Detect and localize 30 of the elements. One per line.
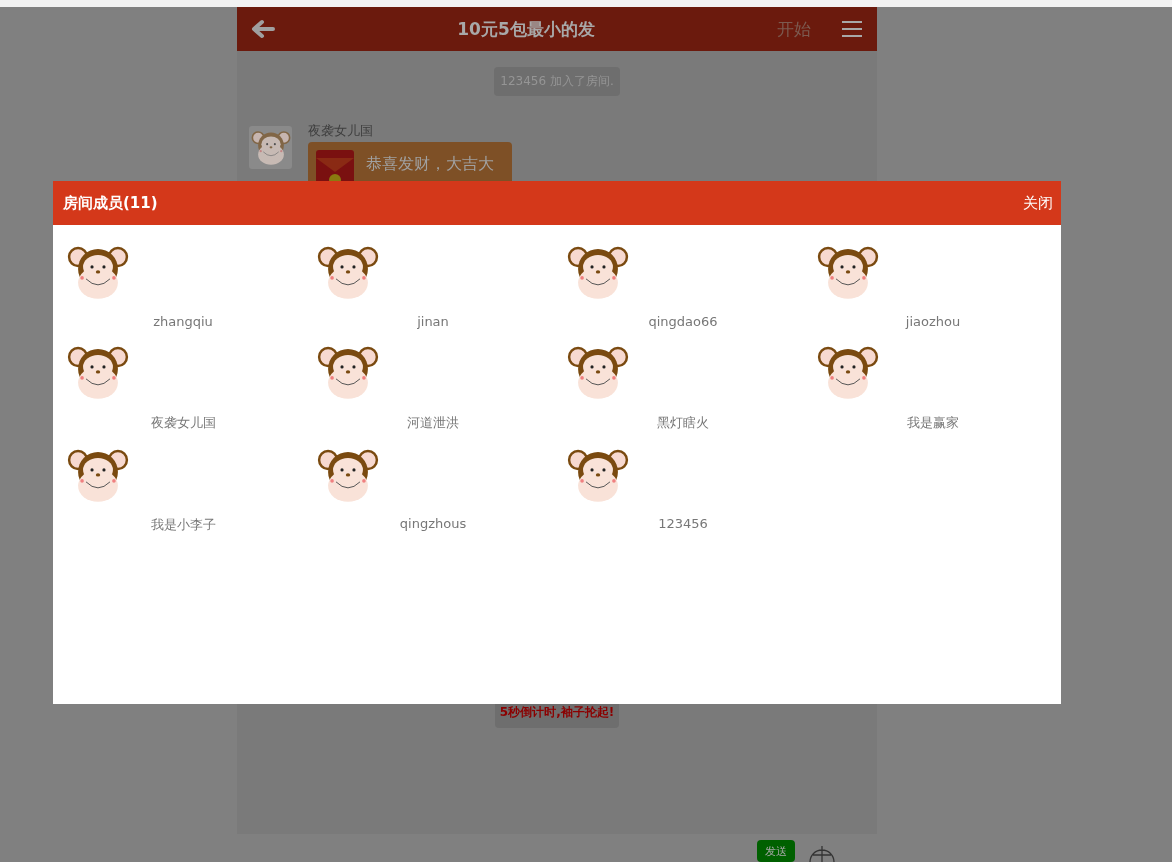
monkey-avatar-icon bbox=[567, 447, 629, 504]
member-name: jiaozhou bbox=[905, 313, 961, 329]
packet-greeting: 恭喜发财，大吉大 bbox=[366, 154, 494, 175]
member-name: zhangqiu bbox=[153, 313, 213, 329]
monkey-avatar-icon bbox=[817, 344, 879, 401]
menu-icon[interactable] bbox=[841, 20, 863, 38]
monkey-avatar-icon bbox=[317, 245, 379, 301]
member-name: qingzhous bbox=[399, 516, 467, 532]
monkey-avatar-icon bbox=[67, 447, 129, 504]
member-name: 河道泄洪 bbox=[407, 413, 459, 432]
monkey-avatar-icon bbox=[317, 447, 379, 504]
member-name: 我是赢家 bbox=[907, 413, 959, 432]
member-name: 黑灯瞎火 bbox=[657, 413, 709, 432]
monkey-avatar-icon bbox=[67, 245, 129, 301]
member-name: 我是小李子 bbox=[150, 516, 216, 535]
close-button[interactable]: 关闭 bbox=[1023, 193, 1053, 213]
monkey-avatar-icon bbox=[67, 344, 129, 401]
member-name: 123456 bbox=[658, 516, 708, 532]
back-arrow-icon[interactable] bbox=[251, 19, 275, 39]
member-name: qingdao66 bbox=[648, 313, 718, 329]
monkey-avatar-icon bbox=[567, 344, 629, 401]
monkey-avatar-icon bbox=[317, 344, 379, 401]
send-button[interactable]: 发送 bbox=[757, 840, 795, 862]
member-name: jinan bbox=[417, 313, 449, 329]
room-title: 10元5包最小的发 bbox=[456, 17, 596, 41]
start-link[interactable]: 开始 bbox=[777, 17, 811, 41]
monkey-avatar-icon bbox=[817, 245, 879, 301]
monkey-avatar-icon bbox=[567, 245, 629, 301]
member-name: 夜袭女儿国 bbox=[150, 413, 216, 432]
dialog-title: 房间成员(11) bbox=[63, 193, 158, 213]
